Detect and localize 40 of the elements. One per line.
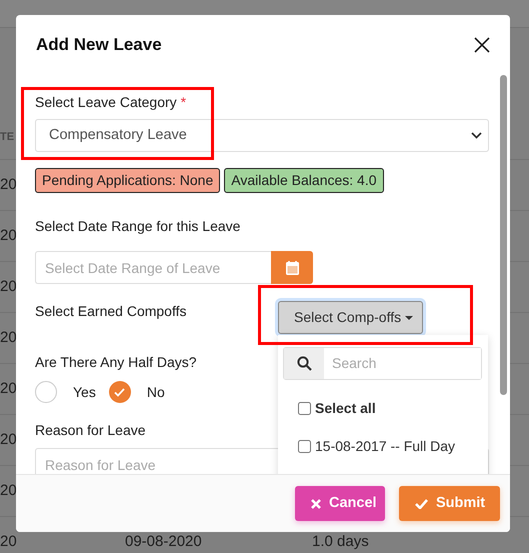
modal-title: Add New Leave [36,34,162,56]
required-mark: * [180,94,186,111]
check-icon [415,498,428,508]
radio-label: Yes [73,384,96,400]
comp-offs-dropdown-button[interactable]: Select Comp-offs [278,301,424,334]
status-badge: Available Balances: 4.0 [224,168,384,193]
chevron-down-icon [471,132,482,139]
status-badge: Pending Applications: None [35,168,220,193]
search-icon [296,356,312,371]
table-cell: 20 [0,278,17,295]
calendar-button[interactable] [271,251,313,284]
checkbox[interactable] [298,402,311,415]
field-label: Select Leave Category [35,94,177,111]
table-cell: 20 [0,176,17,193]
radio-button[interactable] [108,381,131,403]
close-icon [311,498,321,508]
field-label: Are There Any Half Days? [35,354,197,371]
date-range-field[interactable]: Select Date Range of Leave [35,251,271,284]
table-cell: 20 [0,380,17,397]
category-select[interactable]: Compensatory Leave [35,119,489,152]
search-field[interactable]: Search [283,347,482,380]
caret-icon [405,316,414,320]
field-label: Select Earned Compoffs [35,303,188,320]
option-label[interactable]: Select all [315,400,376,417]
table-cell: 20 [0,430,17,448]
calendar-icon [286,260,298,274]
table-cell: 20 [0,482,17,499]
scrollbar-thumb[interactable] [500,75,507,395]
table-cell: 09-08-2020 [125,532,202,550]
checkbox[interactable] [298,440,311,453]
check-icon [114,388,126,396]
field-label: Reason for Leave [35,422,146,439]
table-cell: 1.0 days [312,532,369,550]
table-cell: 20 [0,328,17,346]
radio-label: No [146,384,165,400]
field-label: Select Date Range for this Leave [35,218,240,235]
cancel-button[interactable]: Cancel [295,486,385,521]
radio-button[interactable] [35,381,57,403]
table-cell: 20 [0,532,17,550]
table-cell: 20 [0,226,17,244]
